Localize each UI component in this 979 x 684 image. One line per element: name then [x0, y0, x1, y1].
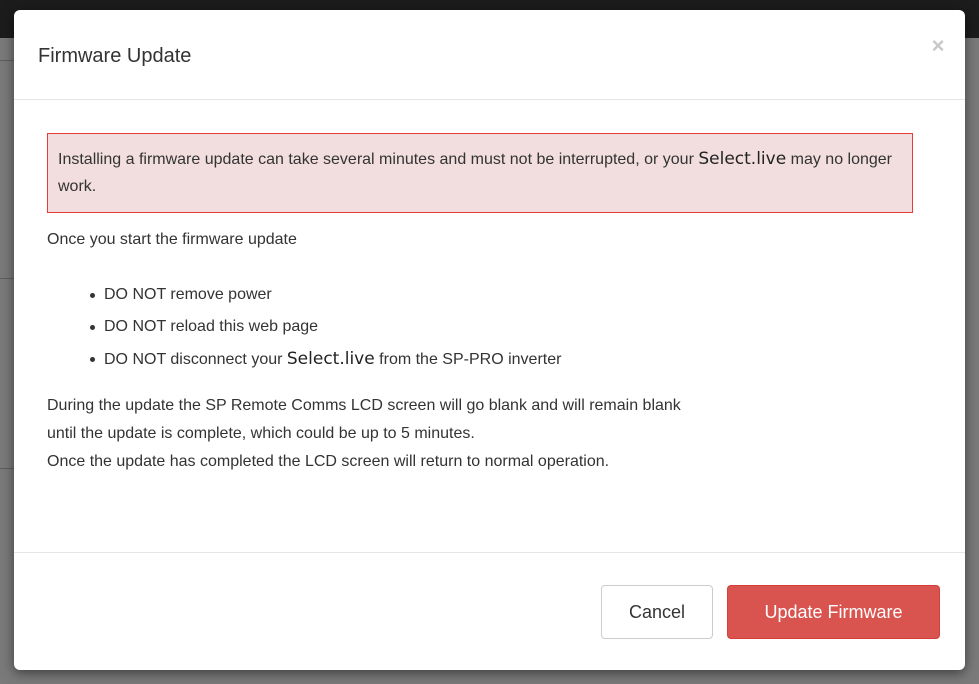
- list-item: DO NOT reload this web page: [90, 316, 561, 348]
- brand-name: Select.live: [286, 349, 375, 369]
- danger-alert: Installing a firmware update can take se…: [47, 133, 913, 213]
- list-item: DO NOT disconnect your Select.live from …: [90, 348, 561, 380]
- warning-text: DO NOT disconnect your: [104, 351, 287, 368]
- dialog-title: Firmware Update: [38, 45, 192, 67]
- update-firmware-button[interactable]: Update Firmware: [727, 585, 940, 639]
- info-line: until the update is complete, which coul…: [47, 425, 475, 442]
- alert-text: Installing a firmware update can take se…: [58, 151, 699, 168]
- info-line: Once the update has completed the LCD sc…: [47, 453, 610, 470]
- warning-text: DO NOT remove power: [104, 286, 272, 303]
- warning-text: DO NOT reload this web page: [104, 318, 319, 335]
- info-line: During the update the SP Remote Comms LC…: [47, 397, 681, 414]
- dialog-header: Firmware Update ×: [14, 10, 965, 100]
- list-item: DO NOT remove power: [90, 284, 561, 316]
- info-paragraph: During the update the SP Remote Comms LC…: [47, 392, 681, 476]
- close-icon[interactable]: ×: [927, 34, 949, 58]
- cancel-button[interactable]: Cancel: [601, 585, 713, 639]
- warning-text-end: from the SP-PRO inverter: [374, 351, 562, 368]
- firmware-update-dialog: Firmware Update × Installing a firmware …: [14, 10, 965, 670]
- brand-name: Select.live: [698, 149, 787, 169]
- warning-list: DO NOT remove power DO NOT reload this w…: [90, 284, 561, 380]
- intro-text: Once you start the firmware update: [47, 231, 297, 248]
- dialog-footer: Cancel Update Firmware: [14, 552, 965, 670]
- dialog-body: Installing a firmware update can take se…: [14, 100, 965, 552]
